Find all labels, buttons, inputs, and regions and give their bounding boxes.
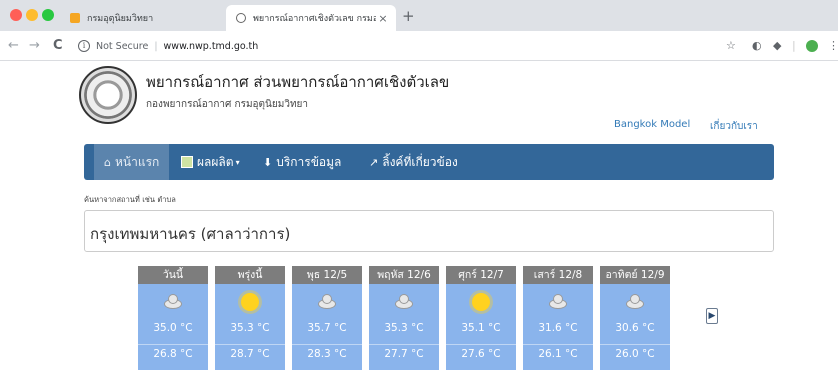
maximize-window-dot[interactable]	[42, 9, 54, 21]
forecast-day-card[interactable]: ศุกร์ 12/7 35.1 °C 27.6 °C	[446, 266, 516, 370]
forecast-low-temp: 28.7 °C	[230, 348, 270, 360]
new-tab-button[interactable]: +	[402, 7, 415, 25]
security-label: Not Secure	[96, 40, 149, 52]
nav-products[interactable]: ผลผลิต ▾	[181, 144, 240, 180]
forecast-day-card[interactable]: พฤหัส 12/6 35.3 °C 27.7 °C	[369, 266, 439, 370]
sun-icon	[240, 292, 260, 312]
url-text[interactable]: www.nwp.tmd.go.th	[164, 41, 259, 52]
forecast-day-card[interactable]: อาทิตย์ 12/9 30.6 °C 26.0 °C	[600, 266, 670, 370]
nav-related-links-label: ลิ้งค์ที่เกี่ยวข้อง	[382, 154, 458, 169]
forecast-high-temp: 30.6 °C	[615, 322, 655, 334]
tmd-logo	[79, 66, 137, 124]
forecast-low-temp: 26.1 °C	[538, 348, 578, 360]
cloud-icon	[317, 292, 337, 312]
forecast-day-label: อาทิตย์ 12/9	[600, 266, 670, 284]
close-window-dot[interactable]	[10, 9, 22, 21]
minimize-window-dot[interactable]	[26, 9, 38, 21]
forecast-low-temp: 26.8 °C	[153, 348, 193, 360]
site-subtitle: กองพยากรณ์อากาศ กรมอุตุนิยมวิทยา	[146, 99, 309, 110]
forecast-divider	[446, 344, 516, 345]
reload-button[interactable]: C	[53, 38, 63, 53]
cloud-icon	[163, 292, 183, 312]
forecast-high-temp: 35.1 °C	[461, 322, 501, 334]
info-icon[interactable]: i	[78, 40, 90, 52]
nav-home[interactable]: ⌂ หน้าแรก	[94, 144, 170, 180]
forecast-day-card[interactable]: พรุ่งนี้ 35.3 °C 28.7 °C	[215, 266, 285, 370]
tab-title: กรมอุตุนิยมวิทยา	[87, 14, 154, 24]
forecast-divider	[600, 344, 670, 345]
toolbar-divider: |	[792, 39, 796, 52]
forecast-high-temp: 35.3 °C	[230, 322, 270, 334]
forecast-high-temp: 31.6 °C	[538, 322, 578, 334]
download-icon: ⬇	[263, 155, 273, 169]
forecast-high-temp: 35.0 °C	[153, 322, 193, 334]
forecast-low-temp: 28.3 °C	[307, 348, 347, 360]
forecast-day-label: ศุกร์ 12/7	[446, 266, 516, 284]
caret-down-icon: ▾	[235, 157, 240, 167]
menu-icon[interactable]: ⋮	[828, 40, 838, 52]
nav-data-service-label: บริการข้อมูล	[276, 154, 342, 169]
forecast-divider	[215, 344, 285, 345]
browser-toolbar: ← → C i Not Secure | www.nwp.tmd.go.th ☆…	[0, 31, 838, 61]
forecast-low-temp: 26.0 °C	[615, 348, 655, 360]
star-icon[interactable]: ☆	[726, 40, 736, 52]
bangkok-model-link[interactable]: Bangkok Model	[614, 119, 690, 130]
extension-icon[interactable]: ◆	[773, 40, 781, 52]
about-us-link[interactable]: เกี่ยวกับเรา	[710, 119, 758, 134]
cloud-icon	[548, 292, 568, 312]
profile-avatar[interactable]	[806, 40, 818, 52]
forecast-day-card[interactable]: พุธ 12/5 35.7 °C 28.3 °C	[292, 266, 362, 370]
address-divider: |	[154, 40, 158, 52]
forecast-day-card[interactable]: วันนี้ 35.0 °C 26.8 °C	[138, 266, 208, 370]
next-day-button[interactable]: ▶	[706, 308, 718, 324]
back-button[interactable]: ←	[8, 38, 19, 53]
search-label: ค้นหาจากสถานที่ เช่น ตำบล	[84, 195, 176, 204]
forecast-divider	[292, 344, 362, 345]
products-icon	[181, 156, 193, 168]
nwp-favicon-icon	[236, 13, 246, 23]
nav-data-service[interactable]: ⬇ บริการข้อมูล	[263, 144, 341, 180]
cloud-icon	[625, 292, 645, 312]
extension-icon[interactable]: ◐	[752, 40, 762, 52]
forecast-high-temp: 35.7 °C	[307, 322, 347, 334]
address-bar[interactable]: i Not Secure | www.nwp.tmd.go.th	[78, 35, 708, 57]
tab-nwp[interactable]: พยากรณ์อากาศเชิงตัวเลข กรมอุตุนิ ×	[226, 5, 396, 31]
forecast-low-temp: 27.7 °C	[384, 348, 424, 360]
forecast-divider	[138, 344, 208, 345]
nav-related-links[interactable]: ↗ ลิ้งค์ที่เกี่ยวข้อง	[369, 144, 458, 180]
home-icon: ⌂	[104, 155, 111, 169]
forecast-high-temp: 35.3 °C	[384, 322, 424, 334]
main-navbar: ⌂ หน้าแรก ผลผลิต ▾ ⬇ บริการข้อมูล ↗ ลิ้ง…	[84, 144, 774, 180]
forecast-day-label: เสาร์ 12/8	[523, 266, 593, 284]
site-title: พยากรณ์อากาศ ส่วนพยากรณ์อากาศเชิงตัวเลข	[146, 73, 450, 91]
nav-home-label: หน้าแรก	[114, 154, 160, 169]
sun-icon	[471, 292, 491, 312]
external-link-icon: ↗	[369, 155, 379, 169]
tmd-favicon-icon	[70, 13, 80, 23]
forecast-low-temp: 27.6 °C	[461, 348, 501, 360]
close-tab-icon[interactable]: ×	[376, 12, 390, 25]
browser-tab-bar: กรมอุตุนิยมวิทยา × พยากรณ์อากาศเชิงตัวเล…	[0, 0, 838, 31]
cloud-icon	[394, 292, 414, 312]
forward-button[interactable]: →	[29, 38, 40, 53]
forecast-divider	[523, 344, 593, 345]
forecast-day-label: วันนี้	[138, 266, 208, 284]
forecast-day-label: พรุ่งนี้	[215, 266, 285, 284]
forecast-day-card[interactable]: เสาร์ 12/8 31.6 °C 26.1 °C	[523, 266, 593, 370]
forecast-day-label: พุธ 12/5	[292, 266, 362, 284]
forecast-day-label: พฤหัส 12/6	[369, 266, 439, 284]
nav-products-label: ผลผลิต	[197, 154, 234, 169]
location-search-value[interactable]: กรุงเทพมหานคร (ศาลาว่าการ)	[90, 222, 290, 246]
tab-title: พยากรณ์อากาศเชิงตัวเลข กรมอุตุนิ	[253, 14, 376, 24]
forecast-divider	[369, 344, 439, 345]
